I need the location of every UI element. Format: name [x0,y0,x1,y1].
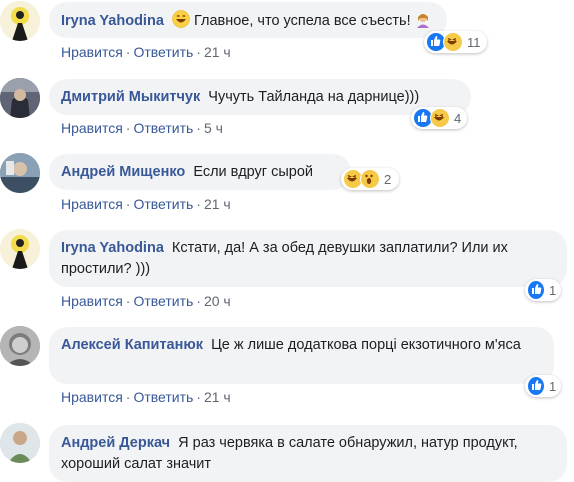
like-link[interactable]: Нравится [61,389,123,405]
reaction-count: 1 [549,378,557,394]
comment-text: Главное, что успела все съесть! [193,13,411,29]
reaction-count: 2 [384,171,392,187]
like-link[interactable]: Нравится [61,293,123,309]
like-link[interactable]: Нравится [61,196,123,212]
reply-link[interactable]: Ответить [133,44,193,60]
like-reaction-icon [527,280,545,300]
comment-timestamp[interactable]: 21 ч [204,389,231,405]
comment-author[interactable]: Дмитрий Мыкитчук [61,89,200,105]
separator-dot: · [196,44,201,60]
separator-dot: · [196,293,201,309]
reactions-summary[interactable]: 2 [341,168,399,190]
comment-timestamp[interactable]: 21 ч [204,44,231,60]
reaction-count: 11 [467,34,481,50]
reaction-count: 1 [549,282,557,298]
separator-dot: · [196,389,201,405]
woman-shrugging-emoji-icon [415,12,431,35]
comment-author[interactable]: Iryna Yahodina [61,240,164,256]
separator-dot: · [125,196,131,212]
comment-actions: Нравится · Ответить · 20 ч [61,293,231,309]
separator-dot: · [125,293,131,309]
separator-dot: · [125,120,131,136]
reply-link[interactable]: Ответить [133,293,193,309]
comment-timestamp[interactable]: 20 ч [204,293,231,309]
like-reaction-icon [527,376,545,396]
avatar[interactable] [0,423,40,463]
comment-bubble: Iryna Yahodina Главное, что успела все с… [49,2,447,38]
avatar[interactable] [0,326,40,366]
haha-reaction-icon [443,32,463,52]
comment-actions: Нравится · Ответить · 21 ч [61,389,231,405]
grinning-emoji-icon [172,10,190,35]
comment-text: Це ж лише додаткова порці екзотичного м'… [211,337,521,353]
comment-author[interactable]: Iryna Yahodina [61,13,164,29]
reply-link[interactable]: Ответить [133,196,193,212]
like-link[interactable]: Нравится [61,44,123,60]
comment-author[interactable]: Андрей Мищенко [61,164,185,180]
comment-bubble: Iryna Yahodina Кстати, да! А за обед дев… [49,230,567,287]
avatar[interactable] [0,1,40,41]
wow-reaction-icon [360,169,380,189]
comment-text: Если вдруг сырой [193,164,314,180]
avatar[interactable] [0,229,40,269]
separator-dot: · [125,44,131,60]
separator-dot: · [196,120,201,136]
reactions-summary[interactable]: 1 [525,375,561,397]
reply-link[interactable]: Ответить [133,389,193,405]
separator-dot: · [125,389,131,405]
comment-text: Чучуть Тайланда на дарнице))) [208,89,420,105]
haha-reaction-icon [430,108,450,128]
comment-timestamp[interactable]: 21 ч [204,196,231,212]
comment-author[interactable]: Алексей Капитанюк [61,337,203,353]
comment-actions: Нравится · Ответить · 21 ч [61,44,231,60]
reactions-summary[interactable]: 4 [411,107,467,129]
comment-actions: Нравится · Ответить · 5 ч [61,120,223,136]
avatar[interactable] [0,153,40,193]
comment-author[interactable]: Андрей Деркач [61,435,170,451]
reactions-summary[interactable]: 11 [424,31,487,53]
separator-dot: · [196,196,201,212]
reply-link[interactable]: Ответить [133,120,193,136]
comment-bubble: Алексей Капитанюк Це ж лише додаткова по… [49,327,554,384]
like-link[interactable]: Нравится [61,120,123,136]
comment-actions: Нравится · Ответить · 21 ч [61,196,231,212]
comment-bubble: Андрей Мищенко Если вдруг сырой [49,154,351,190]
comment-bubble: Дмитрий Мыкитчук Чучуть Тайланда на дарн… [49,79,471,115]
reactions-summary[interactable]: 1 [525,279,561,301]
avatar[interactable] [0,78,40,118]
reaction-count: 4 [454,110,462,126]
comment-timestamp[interactable]: 5 ч [204,120,223,136]
comment-bubble: Андрей Деркач Я раз червяка в салате обн… [49,425,567,482]
